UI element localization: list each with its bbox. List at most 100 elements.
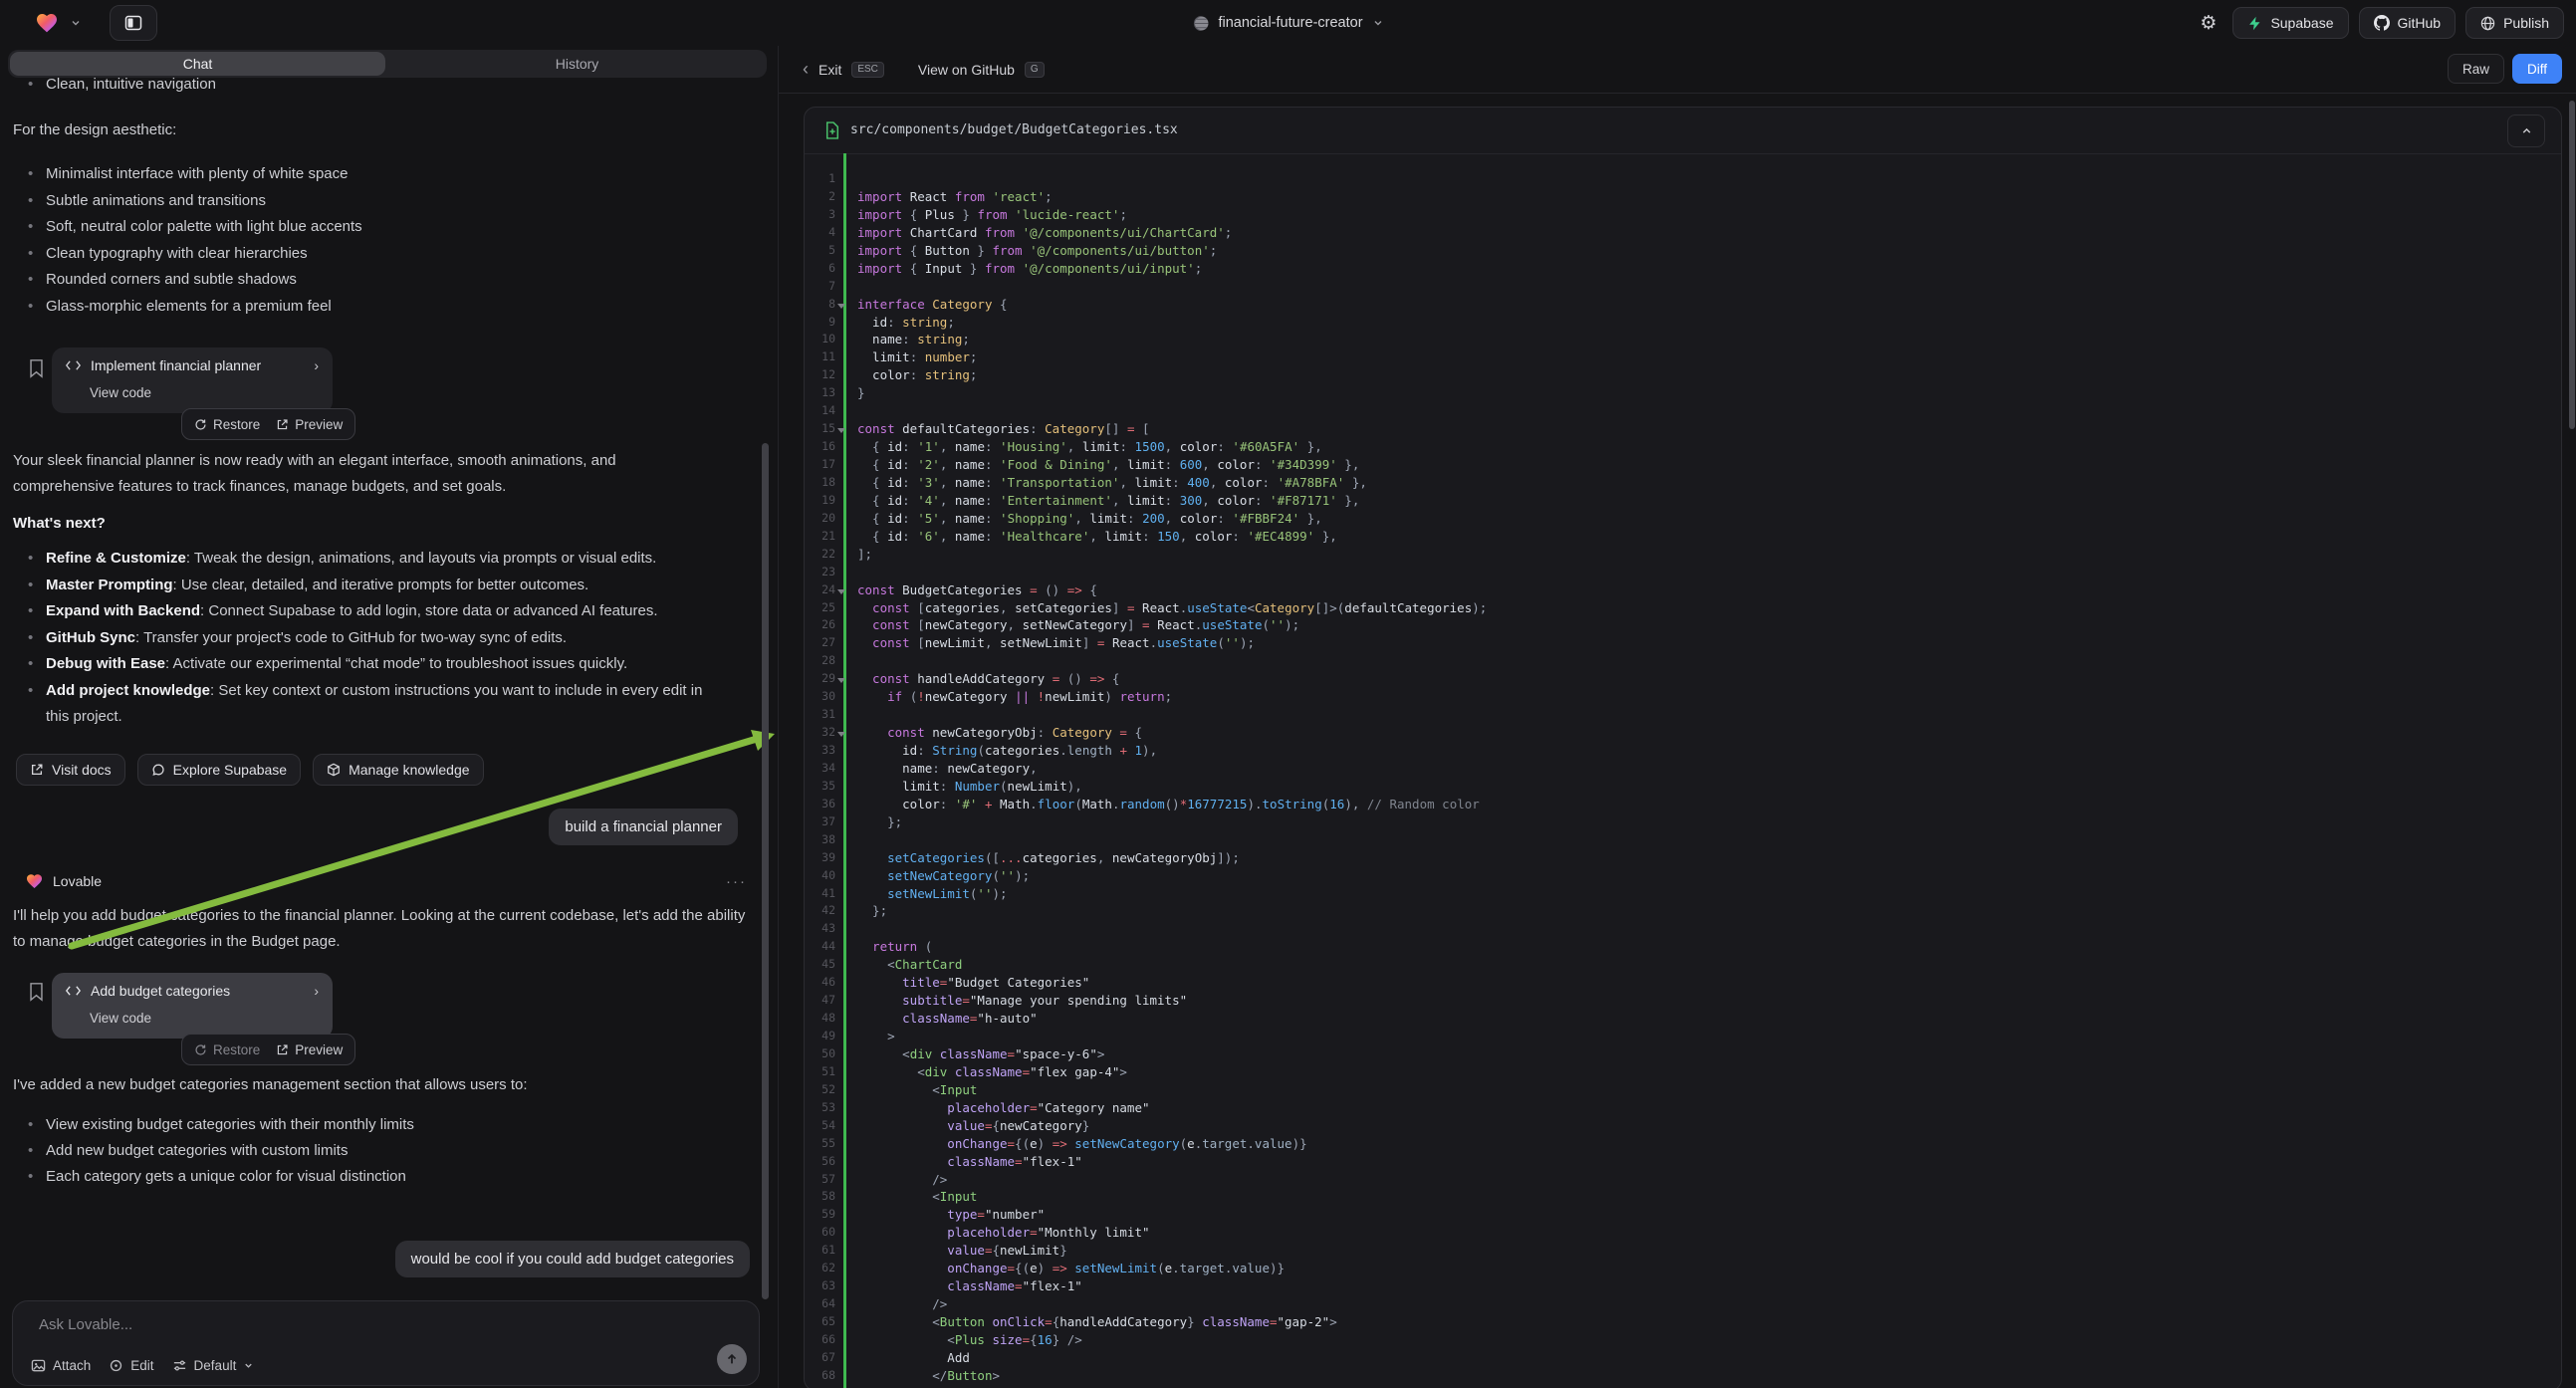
code-line: 17 { id: '2', name: 'Food & Dining', lim…: [805, 456, 2561, 474]
bullet-bold-label: Add project knowledge: [46, 682, 210, 699]
restore-preview-pill: Restore Preview: [181, 408, 355, 440]
code-lines: 12import React from 'react';3import { Pl…: [805, 170, 2561, 1385]
version-card-header: Implement financial planner ›: [66, 357, 319, 373]
code-line: 9 id: string;: [805, 314, 2561, 332]
preview-button[interactable]: Preview: [276, 417, 343, 432]
restore-icon: [194, 1043, 207, 1056]
list-item: •Refine & Customize: Tweak the design, a…: [0, 546, 703, 573]
message-menu-ellipsis-icon[interactable]: ···: [726, 873, 747, 890]
code-line: 46 title="Budget Categories": [805, 974, 2561, 992]
bullet-text: : Activate our experimental “chat mode” …: [165, 655, 627, 672]
line-number: 54: [805, 1117, 835, 1135]
fold-chevron-icon[interactable]: [837, 732, 845, 737]
code-line: 49 >: [805, 1028, 2561, 1045]
line-number: 39: [805, 849, 835, 867]
diff-toggle-button[interactable]: Diff: [2512, 54, 2562, 84]
code-line: 64 />: [805, 1295, 2561, 1313]
code-text: </Button>: [857, 1367, 1000, 1385]
version-card-implement-financial-planner[interactable]: Implement financial planner › View code: [52, 347, 333, 413]
line-number: 9: [805, 314, 835, 332]
project-switcher[interactable]: financial-future-creator: [1192, 0, 1383, 46]
back-chevron-icon[interactable]: ‹: [803, 59, 809, 80]
manage-knowledge-button[interactable]: Manage knowledge: [313, 754, 483, 786]
list-item: •GitHub Sync: Transfer your project's co…: [0, 625, 703, 652]
edit-label: Edit: [130, 1358, 153, 1373]
code-line: 18 { id: '3', name: 'Transportation', li…: [805, 474, 2561, 492]
file-header[interactable]: src/components/budget/BudgetCategories.t…: [805, 108, 2561, 154]
code-text: className="h-auto": [857, 1010, 1038, 1028]
chat-input[interactable]: [37, 1315, 638, 1334]
code-line: 65 <Button onClick={handleAddCategory} c…: [805, 1313, 2561, 1331]
model-select[interactable]: Default: [172, 1358, 255, 1373]
fold-chevron-icon[interactable]: [837, 589, 845, 594]
fold-chevron-icon[interactable]: [837, 428, 845, 433]
github-button[interactable]: GitHub: [2359, 7, 2457, 39]
attach-button[interactable]: Attach: [31, 1358, 91, 1373]
restore-button[interactable]: Restore: [194, 417, 260, 432]
code-text: import { Button } from '@/components/ui/…: [857, 242, 1217, 260]
chevron-right-icon[interactable]: ›: [314, 357, 319, 373]
code-editor-body[interactable]: 12import React from 'react';3import { Pl…: [805, 153, 2561, 1388]
code-line: 11 limit: number;: [805, 348, 2561, 366]
code-line: 29 const handleAddCategory = () => {: [805, 670, 2561, 688]
exit-button[interactable]: Exit: [819, 62, 841, 78]
code-text: />: [857, 1295, 947, 1313]
code-text: subtitle="Manage your spending limits": [857, 992, 1187, 1010]
file-diff-container: src/components/budget/BudgetCategories.t…: [804, 107, 2562, 1388]
lovable-logo-heart-icon[interactable]: [34, 11, 60, 35]
assistant-summary-paragraph: Your sleek financial planner is now read…: [13, 448, 710, 499]
line-number: 28: [805, 652, 835, 670]
line-number: 37: [805, 813, 835, 831]
code-text: import React from 'react';: [857, 188, 1053, 206]
line-number: 6: [805, 260, 835, 278]
view-code-link[interactable]: View code: [90, 1011, 151, 1026]
line-number: 50: [805, 1045, 835, 1063]
bullet-bold-label: Master Prompting: [46, 577, 173, 593]
explore-supabase-button[interactable]: Explore Supabase: [137, 754, 301, 786]
code-line: 2import React from 'react';: [805, 188, 2561, 206]
fold-chevron-icon[interactable]: [837, 678, 845, 683]
bullet-text: : Transfer your project's code to GitHub…: [135, 629, 567, 646]
bullet-dot: •: [28, 294, 33, 321]
code-text: };: [857, 902, 887, 920]
chat-composer: Attach Edit Default: [12, 1300, 760, 1386]
restore-button[interactable]: Restore: [194, 1042, 260, 1057]
supabase-button[interactable]: Supabase: [2232, 7, 2348, 39]
restore-preview-pill: Restore Preview: [181, 1034, 355, 1065]
line-number: 18: [805, 474, 835, 492]
settings-gear-icon[interactable]: ⚙: [2194, 12, 2223, 34]
code-text: import ChartCard from '@/components/ui/C…: [857, 224, 1232, 242]
collapse-file-button[interactable]: [2507, 115, 2545, 147]
code-line: 24const BudgetCategories = () => {: [805, 581, 2561, 599]
view-code-link[interactable]: View code: [90, 385, 151, 400]
code-text: { id: '2', name: 'Food & Dining', limit:…: [857, 456, 1359, 474]
raw-toggle-button[interactable]: Raw: [2448, 54, 2504, 84]
preview-button[interactable]: Preview: [276, 1042, 343, 1057]
code-text: { id: '5', name: 'Shopping', limit: 200,…: [857, 510, 1322, 528]
code-scrollbar-thumb[interactable]: [2569, 101, 2575, 429]
chevron-right-icon[interactable]: ›: [314, 983, 319, 999]
sidebar-toggle-button[interactable]: [110, 5, 157, 41]
code-line: 20 { id: '5', name: 'Shopping', limit: 2…: [805, 510, 2561, 528]
bookmark-icon[interactable]: [28, 982, 45, 1002]
visit-docs-button[interactable]: Visit docs: [16, 754, 125, 786]
view-on-github-link[interactable]: View on GitHub: [918, 62, 1015, 78]
version-card-add-budget-categories[interactable]: Add budget categories › View code: [52, 973, 333, 1039]
workspace-chevron-down-icon[interactable]: [70, 17, 82, 29]
edit-mode-button[interactable]: Edit: [109, 1358, 153, 1373]
restore-label: Restore: [213, 1042, 260, 1057]
code-text: <Input: [857, 1188, 977, 1206]
code-line: 59 type="number": [805, 1206, 2561, 1224]
publish-button[interactable]: Publish: [2465, 7, 2564, 39]
code-line: 26 const [newCategory, setNewCategory] =…: [805, 616, 2561, 634]
code-text: <Button onClick={handleAddCategory} clas…: [857, 1313, 1337, 1331]
top-bar-left: [34, 0, 157, 46]
code-text: { id: '6', name: 'Healthcare', limit: 15…: [857, 528, 1337, 546]
bookmark-icon[interactable]: [28, 358, 45, 378]
chat-scrollbar-thumb[interactable]: [762, 443, 769, 1299]
code-line: 32 const newCategoryObj: Category = {: [805, 724, 2561, 742]
fold-chevron-icon[interactable]: [837, 304, 845, 309]
line-number: 56: [805, 1153, 835, 1171]
bullet-dot: •: [28, 1112, 33, 1138]
send-button[interactable]: [717, 1344, 747, 1374]
